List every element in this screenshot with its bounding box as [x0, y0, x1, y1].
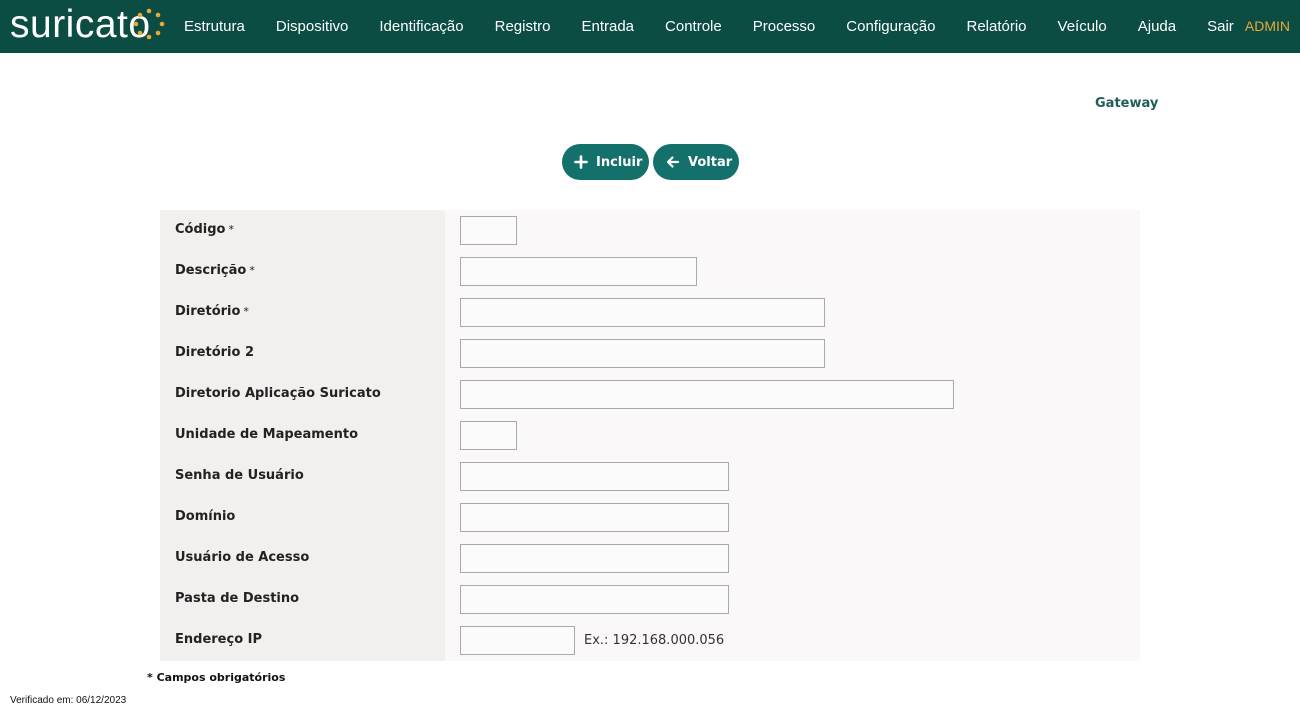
required-marker: *: [243, 305, 249, 318]
menu-identificacao[interactable]: Identificação: [379, 18, 463, 35]
field-row-pasta-destino: Pasta de Destino: [160, 579, 1140, 620]
page-title: Gateway: [1095, 96, 1159, 111]
endereco-ip-label: Endereço IP: [175, 632, 263, 647]
field-row-codigo: Código *: [160, 210, 1140, 251]
verified-date: Verificado em: 06/12/2023: [10, 695, 127, 706]
incluir-label: Incluir: [596, 154, 643, 170]
logo-text: suricato: [10, 3, 151, 46]
field-row-dominio: Domínio: [160, 497, 1140, 538]
field-row-descricao: Descrição *: [160, 251, 1140, 292]
menu-registro[interactable]: Registro: [495, 18, 551, 35]
unidade-mapeamento-input[interactable]: [460, 421, 517, 450]
voltar-button[interactable]: Voltar: [653, 144, 739, 180]
logo[interactable]: suricato: [10, 2, 151, 48]
menu-configuracao[interactable]: Configuração: [846, 18, 935, 35]
required-marker: *: [228, 223, 234, 236]
action-buttons: Incluir Voltar: [562, 144, 739, 180]
menu-processo[interactable]: Processo: [753, 18, 816, 35]
field-row-diretorio: Diretório *: [160, 292, 1140, 333]
pasta-destino-label: Pasta de Destino: [175, 591, 300, 606]
main-menu: Estrutura Dispositivo Identificação Regi…: [184, 0, 1265, 53]
diretorio-aplicacao-label: Diretorio Aplicação Suricato: [175, 386, 381, 401]
usuario-acesso-input[interactable]: [460, 544, 729, 573]
unidade-mapeamento-label: Unidade de Mapeamento: [175, 427, 359, 442]
diretorio-2-input[interactable]: [460, 339, 825, 368]
required-marker: *: [249, 264, 255, 277]
menu-estrutura[interactable]: Estrutura: [184, 18, 245, 35]
menu-entrada[interactable]: Entrada: [581, 18, 634, 35]
top-navbar: suricato Estrutura Dispositivo Identific…: [0, 0, 1300, 53]
diretorio-aplicacao-input[interactable]: [460, 380, 954, 409]
voltar-label: Voltar: [688, 154, 733, 170]
field-row-senha-usuario: Senha de Usuário: [160, 456, 1140, 497]
incluir-button[interactable]: Incluir: [562, 144, 649, 180]
field-row-endereco-ip: Endereço IP Ex.: 192.168.000.056: [160, 620, 1140, 661]
required-fields-note: * Campos obrigatórios: [147, 671, 286, 684]
endereco-ip-input[interactable]: [460, 626, 575, 655]
dominio-label: Domínio: [175, 509, 236, 524]
menu-dispositivo[interactable]: Dispositivo: [276, 18, 349, 35]
diretorio-2-label: Diretório 2: [175, 345, 254, 360]
menu-veiculo[interactable]: Veículo: [1058, 18, 1107, 35]
menu-ajuda[interactable]: Ajuda: [1138, 18, 1176, 35]
field-row-diretorio-aplicacao: Diretorio Aplicação Suricato: [160, 374, 1140, 415]
senha-usuario-label: Senha de Usuário: [175, 468, 304, 483]
user-name[interactable]: ADMIN: [1245, 18, 1290, 34]
descricao-label: Descrição *: [175, 263, 255, 278]
diretorio-input[interactable]: [460, 298, 825, 327]
field-row-unidade-mapeamento: Unidade de Mapeamento: [160, 415, 1140, 456]
descricao-input[interactable]: [460, 257, 697, 286]
senha-usuario-input[interactable]: [460, 462, 729, 491]
menu-controle[interactable]: Controle: [665, 18, 722, 35]
field-row-usuario-acesso: Usuário de Acesso: [160, 538, 1140, 579]
suricato-dots-icon: [133, 8, 165, 40]
field-row-diretorio-2: Diretório 2: [160, 333, 1140, 374]
codigo-input[interactable]: [460, 216, 517, 245]
pasta-destino-input[interactable]: [460, 585, 729, 614]
arrow-left-icon: [666, 156, 680, 168]
diretorio-label: Diretório *: [175, 304, 249, 319]
menu-relatorio[interactable]: Relatório: [967, 18, 1027, 35]
endereco-ip-hint: Ex.: 192.168.000.056: [584, 633, 725, 648]
dominio-input[interactable]: [460, 503, 729, 532]
menu-sair[interactable]: Sair: [1207, 18, 1234, 35]
codigo-label: Código *: [175, 222, 234, 237]
gateway-form: Código * Descrição * Diretório * Diretório …: [160, 210, 1140, 661]
plus-icon: [574, 155, 588, 169]
usuario-acesso-label: Usuário de Acesso: [175, 550, 310, 565]
